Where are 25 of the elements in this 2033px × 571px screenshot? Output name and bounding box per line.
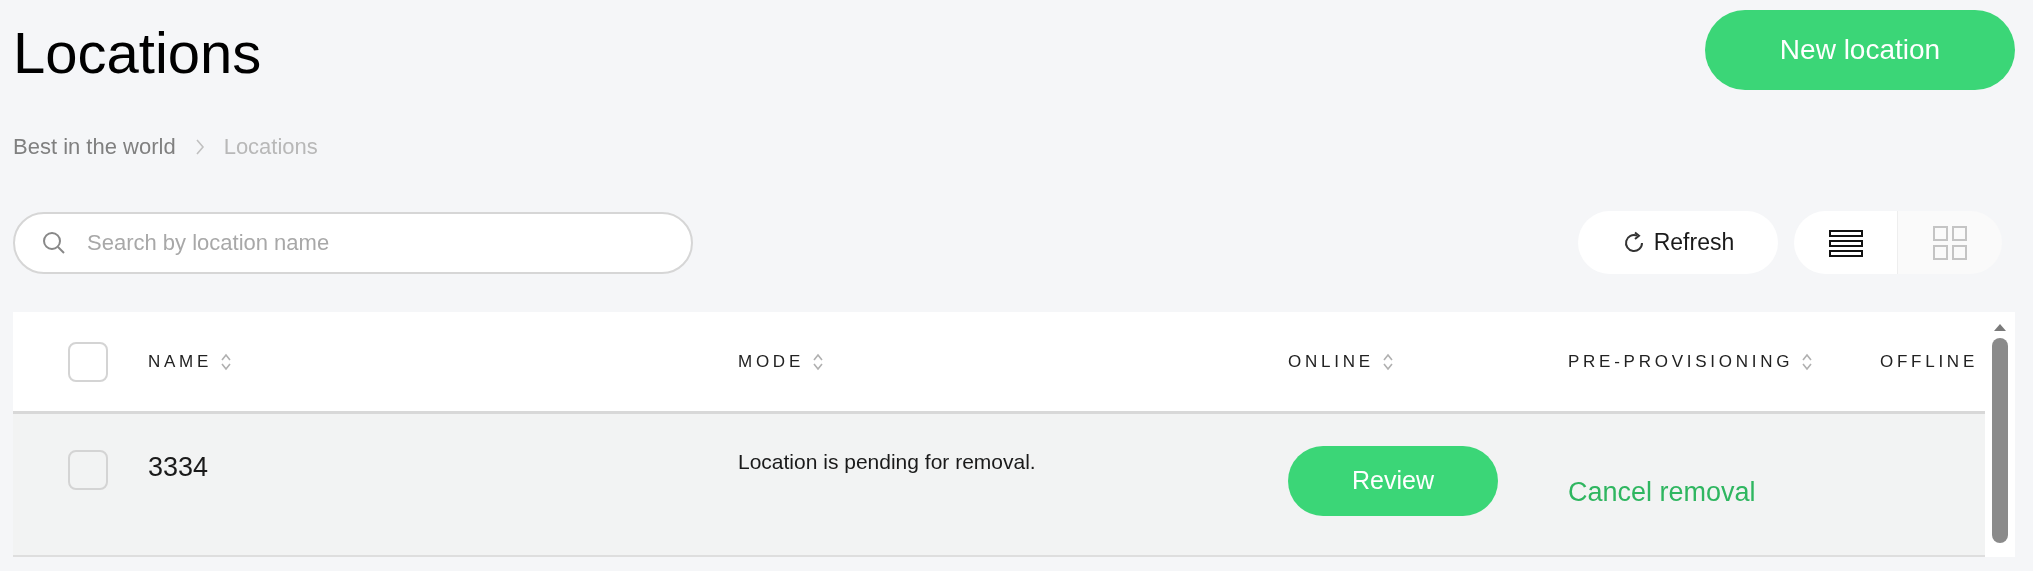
column-header[interactable]: NAME bbox=[148, 348, 213, 375]
column-header[interactable]: OFFLINE bbox=[1880, 348, 1978, 375]
sort-icon[interactable] bbox=[1801, 351, 1814, 372]
grid-view-icon bbox=[1933, 225, 1967, 260]
scrollbar[interactable] bbox=[1985, 312, 2015, 557]
search-icon bbox=[41, 229, 67, 256]
breadcrumb-item[interactable]: Best in the world bbox=[13, 130, 176, 163]
location-name: 3334 bbox=[148, 452, 209, 482]
refresh-button[interactable]: Refresh bbox=[1578, 211, 1778, 274]
row-checkbox[interactable] bbox=[68, 450, 108, 490]
column-header[interactable]: PRE-PROVISIONING bbox=[1568, 348, 1794, 375]
sort-icon[interactable] bbox=[220, 351, 233, 372]
column-header[interactable]: MODE bbox=[738, 348, 804, 375]
page-title: Locations bbox=[13, 24, 262, 82]
scroll-up-arrow-icon[interactable] bbox=[1993, 322, 2007, 332]
view-toggle[interactable] bbox=[1898, 211, 2002, 274]
sort-icon[interactable] bbox=[811, 351, 824, 372]
mode-text: Location is pending for removal. bbox=[738, 450, 1036, 473]
breadcrumb-item: Locations bbox=[223, 133, 318, 161]
list-view-icon bbox=[1828, 228, 1863, 257]
view-toggle[interactable] bbox=[1794, 211, 1898, 274]
column-header[interactable]: ONLINE bbox=[1288, 348, 1374, 375]
select-all-checkbox[interactable] bbox=[68, 341, 108, 382]
search-field[interactable]: Search by location name bbox=[13, 211, 693, 274]
sort-icon[interactable] bbox=[1381, 351, 1394, 372]
